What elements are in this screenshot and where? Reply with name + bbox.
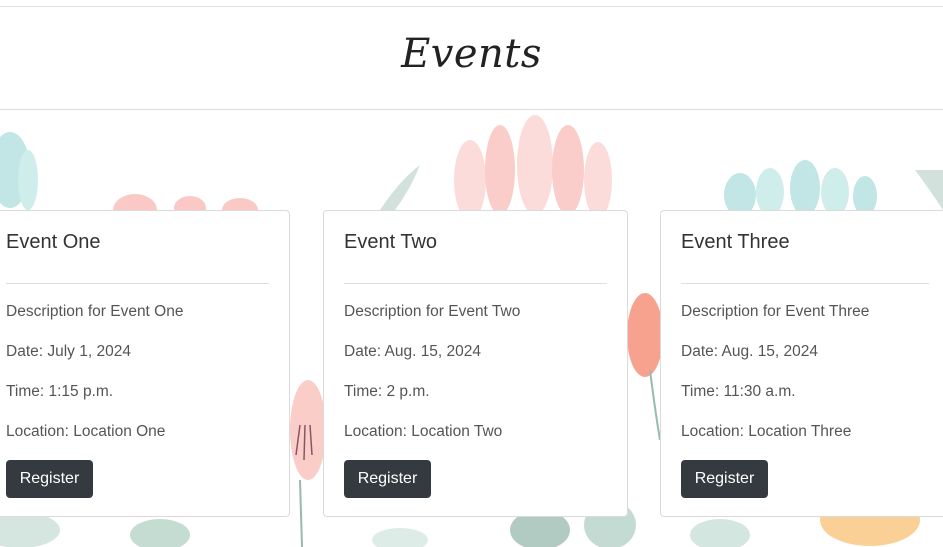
register-button[interactable]: Register xyxy=(344,460,431,498)
event-card-3: Event Three Description for Event Three … xyxy=(660,210,943,517)
event-description: Description for Event One xyxy=(6,303,184,320)
events-page: Events Event One Description for Event O… xyxy=(0,0,943,547)
page-header: Events xyxy=(0,7,943,110)
pink-stamen-flower xyxy=(290,380,326,547)
event-card-1: Event One Description for Event One Date… xyxy=(0,210,290,517)
event-time: Time: 11:30 a.m. xyxy=(681,383,796,400)
coral-tulip xyxy=(627,293,663,441)
page-title: Events xyxy=(401,31,542,77)
pink-protea-center xyxy=(454,115,612,220)
event-time: Time: 1:15 p.m. xyxy=(6,383,114,400)
card-divider xyxy=(6,283,269,284)
card-divider xyxy=(344,283,607,284)
event-time: Time: 2 p.m. xyxy=(344,383,430,400)
event-date: Date: Aug. 15, 2024 xyxy=(681,343,819,360)
event-location: Location: Location Three xyxy=(681,423,852,440)
register-button[interactable]: Register xyxy=(681,460,768,498)
register-button[interactable]: Register xyxy=(6,460,93,498)
teal-flower-left xyxy=(0,132,38,210)
event-date: Date: Aug. 15, 2024 xyxy=(344,343,482,360)
event-location: Location: Location Two xyxy=(344,423,503,440)
event-location: Location: Location One xyxy=(6,423,166,440)
event-title: Event One xyxy=(6,231,101,253)
event-title: Event Three xyxy=(681,231,790,253)
event-date: Date: July 1, 2024 xyxy=(6,343,131,360)
teal-flower-right xyxy=(724,160,877,217)
card-divider xyxy=(681,283,929,284)
events-section: Event One Description for Event One Date… xyxy=(0,110,943,547)
event-description: Description for Event Two xyxy=(344,303,521,320)
event-description: Description for Event Three xyxy=(681,303,870,320)
event-card-2: Event Two Description for Event Two Date… xyxy=(323,210,628,517)
event-title: Event Two xyxy=(344,231,438,253)
